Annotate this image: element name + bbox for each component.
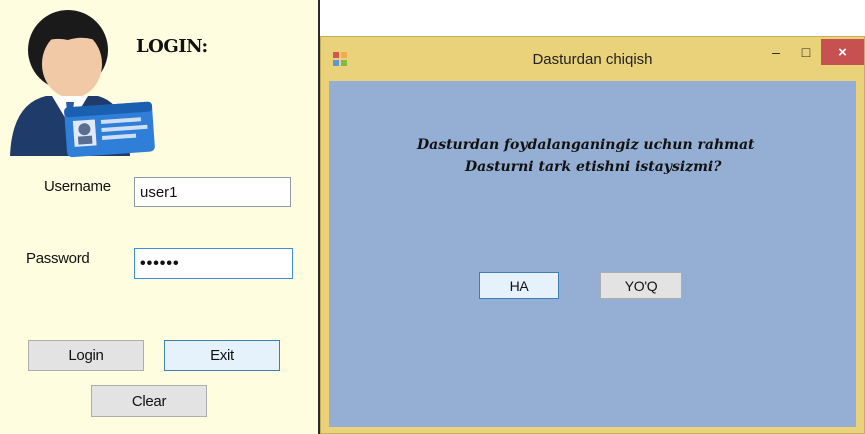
username-label: Username <box>44 178 111 195</box>
login-button[interactable]: Login <box>28 340 144 371</box>
maximize-button[interactable]: □ <box>793 41 819 63</box>
dialog-body: Dasturdan foydalanganingiz uchun rahmat … <box>329 81 856 427</box>
username-input[interactable] <box>134 177 291 207</box>
dialog-titlebar[interactable]: Dasturdan chiqish – □ × <box>321 37 864 81</box>
exit-button[interactable]: Exit <box>164 340 280 371</box>
user-id-card-icon <box>10 10 155 158</box>
password-input[interactable]: •••••• <box>134 248 293 279</box>
close-button[interactable]: × <box>821 39 864 65</box>
exit-dialog: Dasturdan chiqish – □ × Dasturdan foydal… <box>320 36 865 434</box>
no-button[interactable]: YO'Q <box>600 272 682 299</box>
message-line-2: Dasturni tark etishni istaysizmi? <box>465 159 722 175</box>
close-icon: × <box>838 43 847 61</box>
maximize-icon: □ <box>801 44 811 60</box>
minimize-icon: – <box>772 44 780 60</box>
yes-button[interactable]: HA <box>479 272 559 299</box>
login-window: LOGIN: Username Password •••••• Login Ex… <box>0 0 320 434</box>
password-label: Password <box>26 250 90 267</box>
minimize-button[interactable]: – <box>763 41 789 63</box>
login-heading: LOGIN: <box>136 36 208 57</box>
message-line-1: Dasturdan foydalanganingiz uchun rahmat <box>417 137 755 153</box>
clear-button[interactable]: Clear <box>91 385 207 417</box>
